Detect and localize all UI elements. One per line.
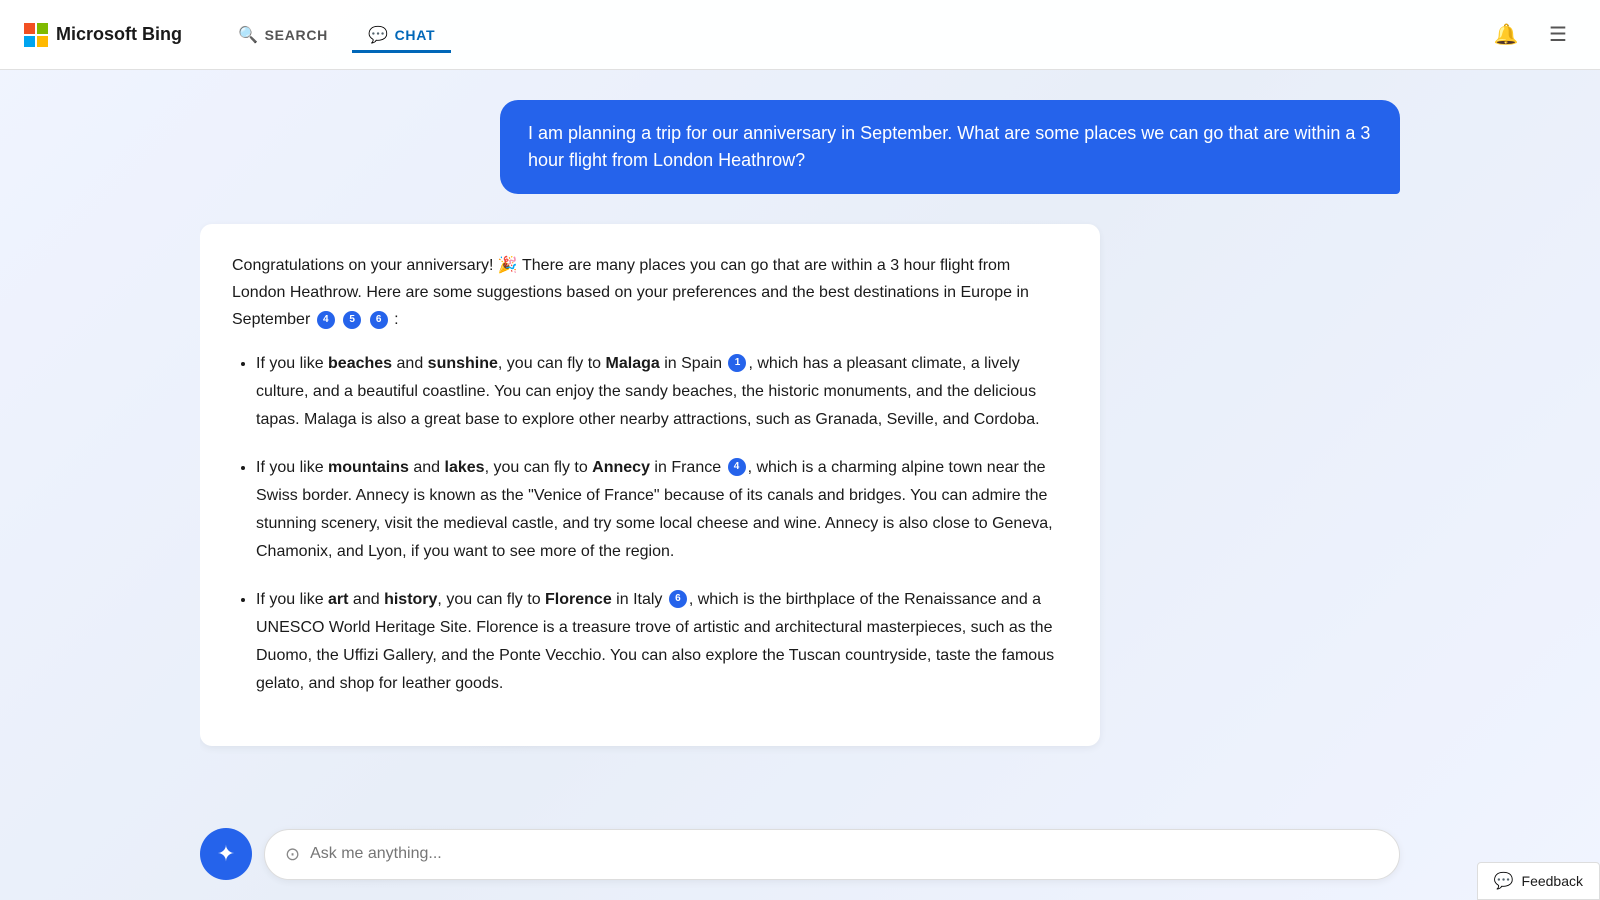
ai-intro-text: Congratulations on your anniversary! 🎉 T… (232, 252, 1068, 334)
keyword-annecy: Annecy (592, 459, 650, 476)
citation-1: 1 (728, 354, 746, 372)
list-item-florence: If you like art and history, you can fly… (256, 586, 1068, 698)
feedback-button[interactable]: 💬 Feedback (1477, 862, 1600, 900)
keyword-history: history (384, 591, 437, 608)
feedback-icon: 💬 (1494, 871, 1514, 891)
search-nav-label: SEARCH (265, 27, 328, 43)
microsoft-logo (24, 23, 48, 47)
input-search-icon: ⊙ (285, 844, 300, 865)
chat-input[interactable] (310, 845, 1379, 863)
keyword-florence: Florence (545, 591, 612, 608)
logo-area: Microsoft Bing (24, 23, 182, 47)
search-nav-icon: 🔍 (238, 25, 259, 45)
chat-nav-icon: 💬 (368, 25, 389, 45)
keyword-malaga: Malaga (606, 355, 660, 372)
header: Microsoft Bing 🔍 SEARCH 💬 CHAT 🔔 ☰ (0, 0, 1600, 70)
citation-6: 6 (370, 311, 388, 329)
keyword-sunshine: sunshine (428, 355, 498, 372)
nav-search[interactable]: 🔍 SEARCH (222, 17, 344, 53)
copilot-icon: ✦ (217, 841, 235, 867)
keyword-lakes: lakes (445, 459, 485, 476)
main-content: I am planning a trip for our anniversary… (0, 70, 1600, 900)
chat-nav-label: CHAT (395, 27, 436, 43)
ai-response-card: Congratulations on your anniversary! 🎉 T… (200, 224, 1100, 746)
nav-items: 🔍 SEARCH 💬 CHAT (222, 17, 451, 53)
keyword-beaches: beaches (328, 355, 392, 372)
citation-4: 4 (317, 311, 335, 329)
keyword-art: art (328, 591, 348, 608)
feedback-label: Feedback (1522, 873, 1583, 889)
list-item-malaga: If you like beaches and sunshine, you ca… (256, 350, 1068, 434)
menu-button[interactable]: ☰ (1540, 17, 1576, 53)
user-message-bubble: I am planning a trip for our anniversary… (500, 100, 1400, 194)
input-area: ✦ ⊙ (200, 828, 1400, 880)
chat-area: I am planning a trip for our anniversary… (200, 100, 1400, 900)
citation-5: 5 (343, 311, 361, 329)
keyword-mountains: mountains (328, 459, 409, 476)
header-right: 🔔 ☰ (1488, 17, 1576, 53)
notification-button[interactable]: 🔔 (1488, 17, 1524, 53)
input-box: ⊙ (264, 829, 1400, 880)
citation-4b: 4 (728, 458, 746, 476)
copilot-button[interactable]: ✦ (200, 828, 252, 880)
logo-text: Microsoft Bing (56, 24, 182, 45)
citation-6b: 6 (669, 590, 687, 608)
list-item-annecy: If you like mountains and lakes, you can… (256, 454, 1068, 566)
nav-chat[interactable]: 💬 CHAT (352, 17, 451, 53)
suggestion-list: If you like beaches and sunshine, you ca… (232, 350, 1068, 698)
